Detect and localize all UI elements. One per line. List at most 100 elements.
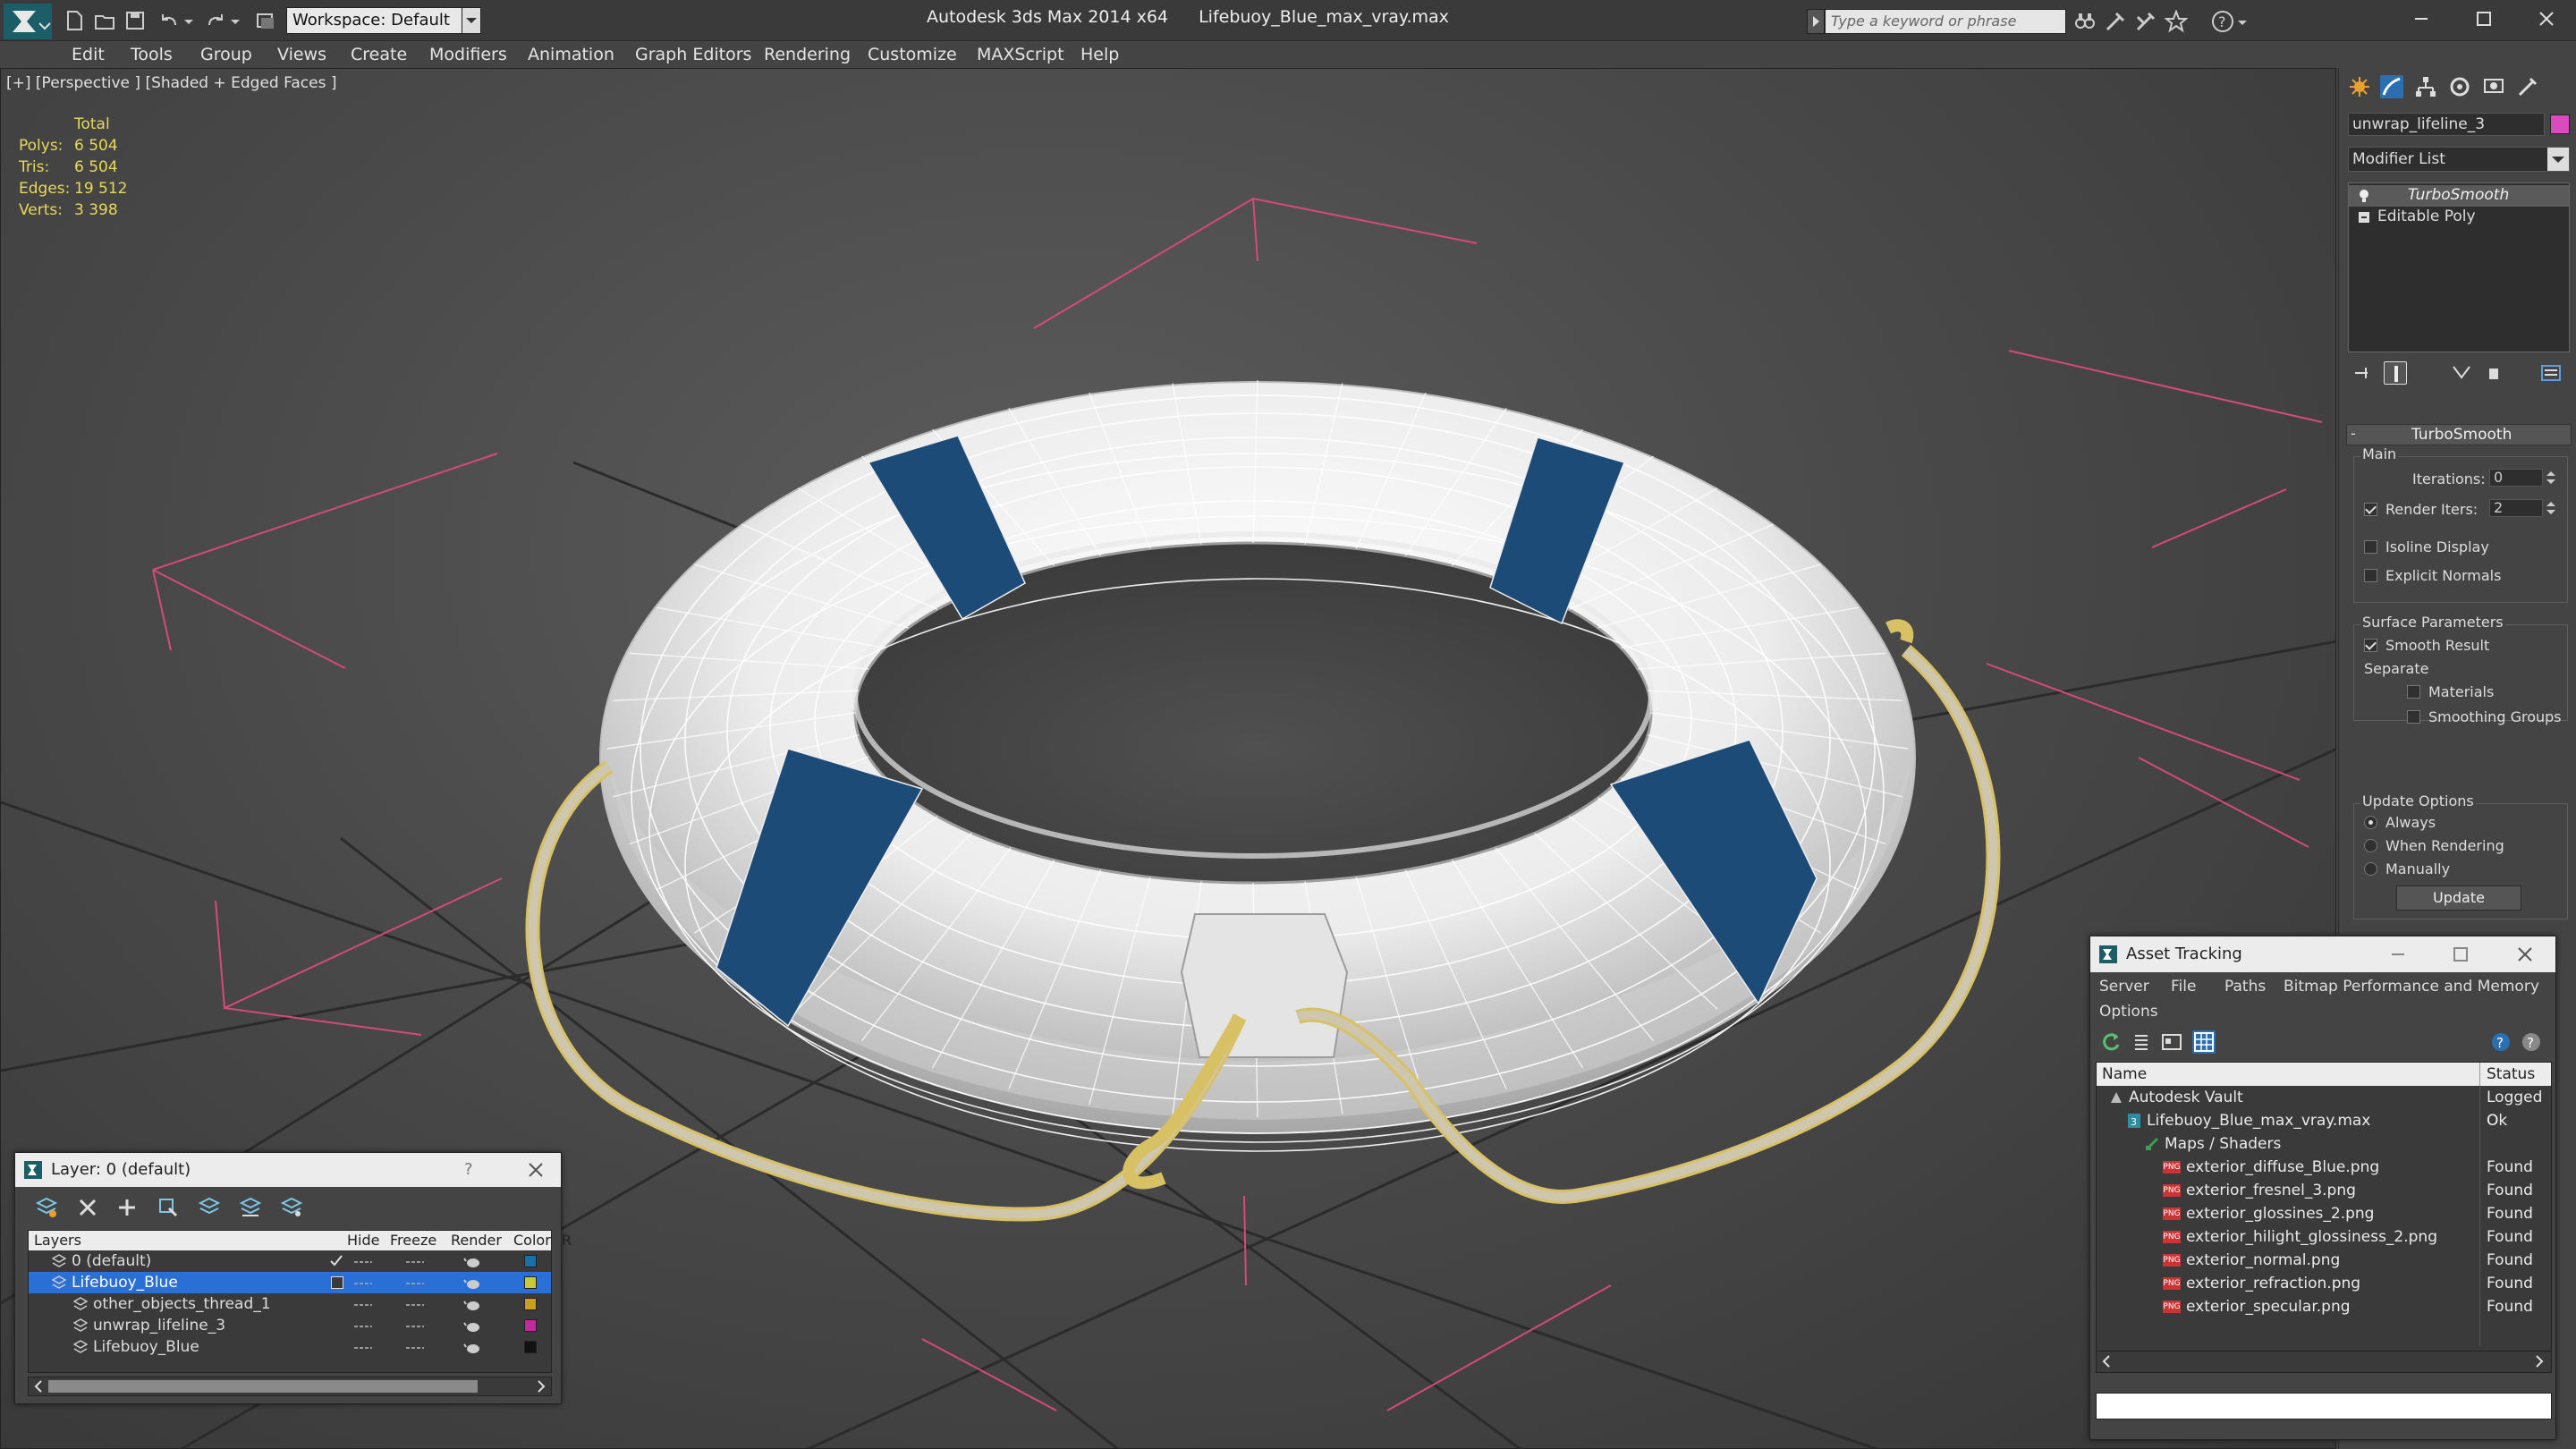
thumbnail-view-icon[interactable] bbox=[2160, 1030, 2183, 1054]
stack-item-turbosmooth[interactable]: TurboSmooth bbox=[2349, 185, 2569, 207]
asset-maximize-icon[interactable] bbox=[2452, 945, 2470, 963]
asset-menu-server[interactable]: Server bbox=[2099, 978, 2149, 996]
communication-center-icon[interactable] bbox=[2134, 10, 2157, 33]
menu-maxscript[interactable]: MAXScript bbox=[971, 43, 1070, 66]
remove-modifier-icon[interactable] bbox=[2482, 361, 2505, 385]
materials-checkbox[interactable] bbox=[2407, 685, 2420, 699]
make-unique-icon[interactable] bbox=[2450, 361, 2473, 385]
stack-item-editable-poly[interactable]: Editable Poly bbox=[2349, 207, 2569, 228]
asset-scroll-left-icon[interactable] bbox=[2098, 1352, 2114, 1371]
asset-row[interactable]: PNG exterior_specular.png Found bbox=[2097, 1295, 2551, 1318]
col-name[interactable]: Name bbox=[2102, 1063, 2147, 1086]
asset-hscrollbar[interactable] bbox=[2097, 1351, 2551, 1372]
freeze-toggle-icon[interactable] bbox=[404, 1322, 426, 1331]
asset-row[interactable]: PNG exterior_normal.png Found bbox=[2097, 1249, 2551, 1272]
col-hide[interactable]: Hide bbox=[347, 1231, 379, 1250]
current-layer-box[interactable] bbox=[331, 1276, 343, 1289]
hide-toggle-icon[interactable] bbox=[352, 1343, 374, 1352]
binoculars-icon[interactable] bbox=[2073, 10, 2097, 33]
menu-customize[interactable]: Customize bbox=[862, 43, 962, 66]
select-objects-icon[interactable] bbox=[157, 1196, 180, 1219]
freeze-toggle-icon[interactable] bbox=[404, 1279, 426, 1288]
close-window-icon[interactable] bbox=[2535, 7, 2558, 30]
menu-views[interactable]: Views bbox=[272, 43, 332, 66]
highlight-layer-icon[interactable] bbox=[198, 1196, 221, 1219]
delete-layer-icon[interactable] bbox=[76, 1196, 99, 1219]
hide-toggle-icon[interactable] bbox=[352, 1258, 374, 1267]
layer-hscrollbar[interactable] bbox=[28, 1377, 552, 1396]
layer-color-swatch[interactable] bbox=[524, 1276, 537, 1289]
minimize-icon[interactable] bbox=[2410, 7, 2433, 30]
layer-panel-titlebar[interactable]: Layer: 0 (default) ? bbox=[15, 1153, 561, 1187]
display-tab-icon[interactable] bbox=[2482, 75, 2505, 98]
freeze-toggle-icon[interactable] bbox=[404, 1258, 426, 1267]
layer-row[interactable]: Lifebuoy_Blue bbox=[29, 1336, 551, 1358]
asset-menu-paths[interactable]: Paths bbox=[2224, 978, 2266, 996]
hide-toggle-icon[interactable] bbox=[352, 1279, 374, 1288]
update-manually-radio[interactable] bbox=[2364, 862, 2377, 876]
layer-color-swatch[interactable] bbox=[524, 1255, 537, 1267]
layer-row[interactable]: Lifebuoy_Blue bbox=[29, 1272, 551, 1293]
favorites-star-icon[interactable] bbox=[2164, 9, 2189, 33]
layer-color-swatch[interactable] bbox=[524, 1298, 537, 1310]
configure-sets-icon[interactable] bbox=[2539, 361, 2563, 385]
motion-tab-icon[interactable] bbox=[2448, 75, 2471, 98]
utilities-tab-icon[interactable] bbox=[2516, 75, 2539, 98]
menu-graph-editors[interactable]: Graph Editors bbox=[630, 43, 757, 66]
workspace-dropdown-arrow[interactable] bbox=[462, 7, 481, 34]
workspace-dropdown[interactable]: Workspace: Default bbox=[286, 7, 481, 34]
render-iters-spinner[interactable]: 2 bbox=[2489, 499, 2543, 517]
modifier-list-dropdown[interactable]: Modifier List bbox=[2348, 147, 2570, 172]
iterations-spinner-arrows[interactable] bbox=[2545, 469, 2557, 487]
new-file-icon[interactable] bbox=[63, 9, 86, 32]
asset-row[interactable]: PNG exterior_refraction.png Found bbox=[2097, 1272, 2551, 1295]
iterations-spinner[interactable]: 0 bbox=[2489, 469, 2543, 487]
asset-row[interactable]: PNG exterior_diffuse_Blue.png Found bbox=[2097, 1156, 2551, 1179]
smoothing-groups-checkbox[interactable] bbox=[2407, 710, 2420, 724]
list-view-icon[interactable] bbox=[2130, 1030, 2153, 1054]
render-iters-checkbox[interactable] bbox=[2364, 503, 2377, 516]
maximize-icon[interactable] bbox=[2472, 7, 2496, 30]
add-to-layer-icon[interactable] bbox=[115, 1196, 139, 1219]
search-expand-icon[interactable] bbox=[1807, 9, 1825, 34]
object-color-swatch[interactable] bbox=[2550, 114, 2570, 134]
table-view-icon[interactable] bbox=[2192, 1030, 2216, 1054]
lifebuoy-model[interactable] bbox=[525, 379, 2001, 1222]
asset-panel-titlebar[interactable]: Asset Tracking bbox=[2090, 936, 2555, 972]
col-freeze[interactable]: Freeze bbox=[390, 1231, 436, 1250]
explicit-normals-checkbox[interactable] bbox=[2364, 569, 2377, 582]
lightbulb-icon[interactable] bbox=[2358, 188, 2370, 204]
menu-tools[interactable]: Tools bbox=[125, 43, 178, 66]
update-button[interactable]: Update bbox=[2396, 886, 2521, 911]
col-status[interactable]: Status bbox=[2487, 1063, 2535, 1086]
undo-icon[interactable] bbox=[157, 9, 181, 32]
layer-panel-close-icon[interactable] bbox=[527, 1161, 545, 1179]
hide-toggle-icon[interactable] bbox=[352, 1301, 374, 1309]
menu-animation[interactable]: Animation bbox=[522, 43, 620, 66]
col-radiosity[interactable]: R bbox=[562, 1231, 572, 1250]
menu-modifiers[interactable]: Modifiers bbox=[424, 43, 513, 66]
rollout-header[interactable]: - TurboSmooth bbox=[2346, 424, 2572, 445]
layer-row[interactable]: 0 (default) bbox=[29, 1250, 551, 1272]
col-layers[interactable]: Layers bbox=[34, 1231, 81, 1250]
redo-dropdown-icon[interactable] bbox=[229, 9, 242, 32]
asset-close-icon[interactable] bbox=[2516, 945, 2534, 963]
asset-row[interactable]: 3 Lifebuoy_Blue_max_vray.max Ok bbox=[2097, 1109, 2551, 1132]
hide-unhide-all-icon[interactable] bbox=[239, 1196, 262, 1219]
render-teapot-icon[interactable] bbox=[463, 1297, 483, 1311]
asset-help-icon[interactable]: ? bbox=[2489, 1030, 2512, 1054]
render-teapot-icon[interactable] bbox=[463, 1254, 483, 1268]
redo-icon[interactable] bbox=[204, 9, 227, 32]
asset-row[interactable]: PNG exterior_hilight_glossiness_2.png Foun… bbox=[2097, 1225, 2551, 1249]
hierarchy-tab-icon[interactable] bbox=[2414, 75, 2437, 98]
asset-help-context-icon[interactable]: ? bbox=[2520, 1030, 2543, 1054]
asset-minimize-icon[interactable] bbox=[2389, 945, 2407, 963]
undo-dropdown-icon[interactable] bbox=[182, 9, 195, 32]
asset-menu-options[interactable]: Options bbox=[2099, 1003, 2158, 1021]
render-teapot-icon[interactable] bbox=[463, 1275, 483, 1290]
save-file-icon[interactable] bbox=[123, 9, 147, 32]
layer-row[interactable]: unwrap_lifeline_3 bbox=[29, 1315, 551, 1336]
asset-scroll-right-icon[interactable] bbox=[2531, 1352, 2547, 1371]
menu-group[interactable]: Group bbox=[195, 43, 258, 66]
update-always-radio[interactable] bbox=[2364, 816, 2377, 829]
